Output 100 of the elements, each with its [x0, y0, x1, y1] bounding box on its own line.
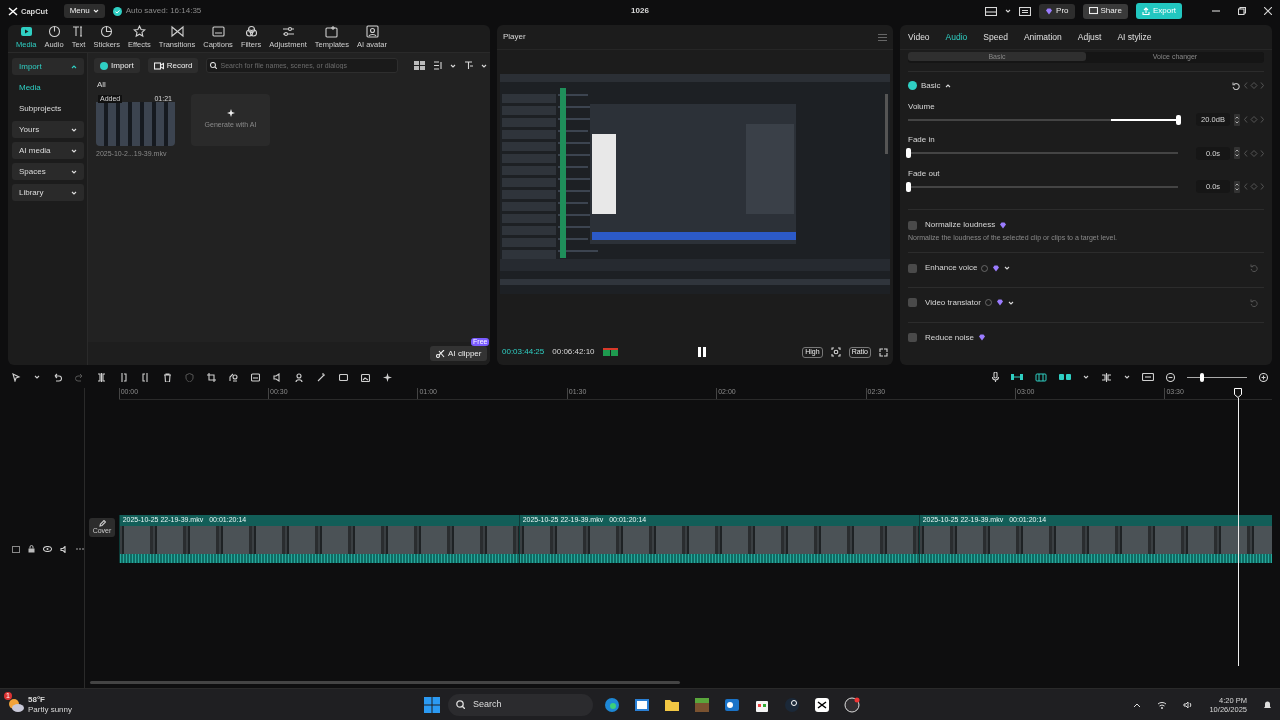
cloud-check-icon — [112, 6, 122, 16]
caret-icon — [71, 63, 77, 70]
caret-icon — [71, 168, 77, 175]
notification-bell-icon[interactable] — [1263, 699, 1272, 710]
record-button[interactable]: Record — [147, 58, 199, 73]
stepper-icon[interactable] — [1234, 113, 1240, 126]
delete-icon[interactable] — [163, 372, 172, 382]
stepper-icon[interactable] — [1234, 180, 1240, 193]
editor-app-icon — [814, 696, 830, 713]
panel-tab[interactable]: Video — [900, 31, 938, 43]
pro-button[interactable]: Pro — [1039, 3, 1075, 19]
start-icon[interactable] — [424, 696, 440, 713]
sidebar-item[interactable]: Subprojects — [12, 100, 84, 117]
grid-view-icon[interactable] — [414, 61, 426, 70]
caret-icon[interactable] — [1083, 374, 1089, 380]
caret-icon[interactable] — [944, 82, 951, 89]
slider-thumb[interactable] — [906, 148, 911, 159]
preview-axis-icon[interactable] — [1101, 372, 1112, 382]
panel-icon[interactable] — [1019, 6, 1032, 16]
pencil-icon — [98, 520, 106, 527]
checkbox[interactable] — [908, 220, 917, 230]
speaker-icon[interactable] — [60, 545, 68, 553]
menu-button[interactable]: Menu — [63, 4, 105, 18]
caret-icon[interactable] — [1005, 8, 1012, 14]
upload-icon — [1141, 7, 1150, 15]
image-plus-icon[interactable] — [361, 372, 370, 382]
magic-wand-icon[interactable] — [317, 372, 326, 382]
panel-tab[interactable]: Animation — [1015, 31, 1070, 43]
link-clips-icon[interactable] — [1011, 373, 1023, 381]
disc-icon — [47, 25, 61, 38]
caret-icon — [71, 147, 77, 154]
redo-icon[interactable] — [75, 372, 84, 382]
person-add-icon[interactable] — [295, 372, 304, 382]
split-icon[interactable] — [97, 372, 106, 382]
sidebar-item[interactable]: Media — [12, 79, 84, 96]
import-button[interactable]: Import — [94, 58, 140, 73]
sidebar-group[interactable]: Library — [12, 184, 84, 201]
zoom-out-icon[interactable] — [1166, 372, 1175, 382]
stepper-icon[interactable] — [1234, 147, 1240, 160]
taskbar-search[interactable]: Search — [448, 693, 593, 716]
caption-track-icon[interactable] — [1142, 373, 1154, 381]
layout-icon[interactable] — [985, 6, 998, 16]
section-checkbox[interactable] — [908, 81, 917, 91]
checkbox[interactable] — [908, 298, 917, 308]
minimize-icon[interactable] — [1212, 7, 1220, 15]
panel-tab[interactable]: Audio — [937, 31, 976, 43]
chevron-up-icon[interactable] — [1133, 701, 1142, 708]
track-toggle-icon[interactable] — [12, 545, 20, 553]
sidebar-group[interactable]: AI media — [12, 142, 84, 159]
caret-icon[interactable] — [34, 374, 40, 380]
caret-icon[interactable] — [1004, 265, 1011, 272]
slider-thumb[interactable] — [1176, 114, 1181, 125]
sparkle-icon[interactable] — [383, 372, 392, 382]
close-icon[interactable] — [1264, 7, 1272, 15]
crop-icon[interactable] — [207, 372, 216, 382]
caret-icon[interactable] — [1124, 374, 1130, 380]
trim-end-icon[interactable] — [141, 372, 150, 382]
lock-icon[interactable] — [28, 545, 35, 553]
ai-clipper-button[interactable]: AI clipper — [430, 346, 488, 361]
undo-icon[interactable] — [53, 372, 62, 382]
trim-start-icon[interactable] — [119, 372, 128, 382]
film-link-icon[interactable] — [1035, 372, 1047, 382]
microphone-icon[interactable] — [992, 372, 999, 382]
caret-icon[interactable] — [1007, 299, 1014, 306]
checkbox[interactable] — [908, 263, 917, 273]
panel-tab[interactable]: Adjust — [1069, 31, 1110, 43]
fullscreen-icon[interactable] — [879, 347, 888, 357]
menu-icon[interactable] — [878, 33, 887, 41]
pointer-icon[interactable] — [12, 372, 21, 382]
eye-icon[interactable] — [43, 546, 52, 552]
avatar-frame-icon — [365, 25, 379, 38]
text-tool-icon — [72, 25, 85, 38]
zoom-slider-thumb[interactable] — [1200, 372, 1204, 382]
volume-icon[interactable] — [1183, 700, 1194, 709]
share-button[interactable]: Share — [1082, 3, 1128, 19]
horizontal-scrollbar[interactable] — [90, 681, 680, 684]
star-icon — [132, 25, 146, 38]
sidebar-group[interactable]: Import — [12, 58, 84, 75]
playhead[interactable] — [1234, 388, 1242, 666]
caret-icon[interactable] — [450, 62, 457, 69]
restore-icon[interactable] — [1238, 7, 1246, 15]
checkbox[interactable] — [908, 332, 917, 342]
zoom-in-icon[interactable] — [1259, 372, 1268, 382]
search-icon — [456, 700, 465, 709]
filter-icon[interactable] — [464, 61, 474, 70]
caret-icon[interactable] — [481, 62, 488, 69]
premium-diamond-icon — [999, 221, 1008, 229]
wifi-icon[interactable] — [1157, 700, 1168, 709]
subtitle-edit-icon[interactable] — [251, 372, 260, 382]
chain-icon[interactable] — [1059, 373, 1071, 381]
slider-thumb[interactable] — [906, 181, 911, 192]
slider-fill — [1110, 118, 1178, 121]
screenshot-icon[interactable] — [830, 347, 841, 357]
sort-icon[interactable] — [433, 61, 443, 70]
sidebar-group[interactable]: Spaces — [12, 163, 84, 180]
panel-tab[interactable]: Speed — [975, 31, 1016, 43]
reset-icon[interactable] — [1232, 81, 1240, 90]
pause-icon[interactable] — [697, 347, 706, 357]
sidebar-group[interactable]: Yours — [12, 121, 84, 138]
panel-tab[interactable]: AI stylize — [1109, 31, 1160, 43]
